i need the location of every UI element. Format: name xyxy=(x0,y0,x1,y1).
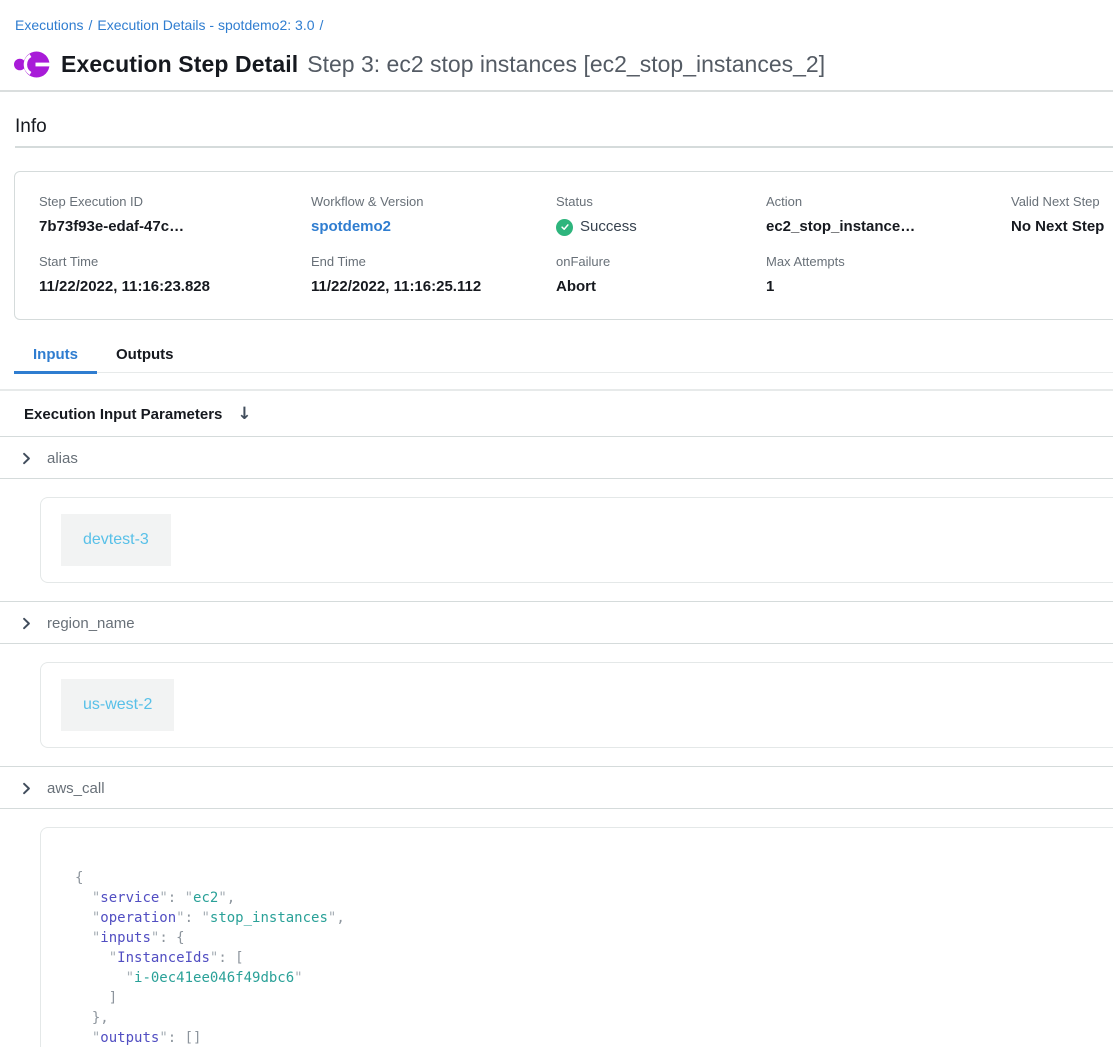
field-step-execution-id: Step Execution ID 7b73f93e-edaf-47c… xyxy=(39,194,311,237)
start-time-value: 11/22/2022, 11:16:23.828 xyxy=(39,277,311,297)
success-check-icon xyxy=(556,219,573,236)
alias-value-chip: devtest-3 xyxy=(61,514,171,566)
field-start-time: Start Time 11/22/2022, 11:16:23.828 xyxy=(39,254,311,297)
param-name: region_name xyxy=(47,615,135,632)
field-status: Status Success xyxy=(556,194,766,237)
param-panel-alias: devtest-3 xyxy=(40,497,1113,583)
info-divider xyxy=(15,146,1113,148)
tab-inputs[interactable]: Inputs xyxy=(14,346,97,372)
page-title: Execution Step Detail xyxy=(61,51,298,78)
info-card: Step Execution ID 7b73f93e-edaf-47c… Wor… xyxy=(14,171,1113,320)
app-logo-icon xyxy=(14,51,50,78)
field-max-attempts: Max Attempts 1 xyxy=(766,254,1011,297)
page-subtitle: Step 3: ec2 stop instances [ec2_stop_ins… xyxy=(307,51,825,78)
field-workflow-version: Workflow & Version spotdemo2 xyxy=(311,194,556,237)
page-header: Execution Step Detail Step 3: ec2 stop i… xyxy=(14,51,1113,78)
title-divider xyxy=(0,90,1113,92)
status-badge: Success xyxy=(580,217,637,237)
param-row-alias[interactable]: alias xyxy=(0,437,1113,479)
breadcrumb-separator: / xyxy=(320,17,324,33)
breadcrumb-link-execution-details[interactable]: Execution Details - spotdemo2: 3.0 xyxy=(97,17,314,33)
field-end-time: End Time 11/22/2022, 11:16:25.112 xyxy=(311,254,556,297)
param-row-region-name[interactable]: region_name xyxy=(0,601,1113,644)
section-title: Execution Input Parameters xyxy=(24,406,222,423)
end-time-value: 11/22/2022, 11:16:25.112 xyxy=(311,277,556,297)
tab-outputs[interactable]: Outputs xyxy=(97,346,193,372)
empty-cell xyxy=(1011,254,1113,297)
param-row-aws-call[interactable]: aws_call xyxy=(0,766,1113,809)
chevron-right-icon xyxy=(20,452,33,465)
field-onfailure: onFailure Abort xyxy=(556,254,766,297)
onfailure-value: Abort xyxy=(556,277,766,297)
tabbar: Inputs Outputs xyxy=(14,346,1113,373)
region-name-value-chip: us-west-2 xyxy=(61,679,174,731)
param-name: aws_call xyxy=(47,780,105,797)
sort-down-arrow-icon[interactable]: ↓ xyxy=(237,404,251,424)
breadcrumb: Executions / Execution Details - spotdemo2… xyxy=(0,0,1113,35)
param-panel-region-name: us-west-2 xyxy=(40,662,1113,748)
chevron-right-icon xyxy=(20,782,33,795)
valid-next-step-value: No Next Step xyxy=(1011,217,1113,237)
field-valid-next-step: Valid Next Step No Next Step xyxy=(1011,194,1113,237)
param-panel-aws-call: { "service": "ec2", "operation": "stop_i… xyxy=(40,827,1113,1047)
chevron-right-icon xyxy=(20,617,33,630)
code-block: { "service": "ec2", "operation": "stop_i… xyxy=(75,868,1113,1047)
info-heading: Info xyxy=(15,116,1113,138)
field-action: Action ec2_stop_instance… xyxy=(766,194,1011,237)
execution-input-parameters-header: Execution Input Parameters ↓ xyxy=(0,391,1113,437)
step-execution-id-value: 7b73f93e-edaf-47c… xyxy=(39,217,311,237)
action-value: ec2_stop_instance… xyxy=(766,217,1011,237)
param-name: alias xyxy=(47,450,78,467)
breadcrumb-link-executions[interactable]: Executions xyxy=(15,17,83,33)
workflow-link[interactable]: spotdemo2 xyxy=(311,218,391,235)
max-attempts-value: 1 xyxy=(766,277,1011,297)
breadcrumb-separator: / xyxy=(88,17,92,33)
